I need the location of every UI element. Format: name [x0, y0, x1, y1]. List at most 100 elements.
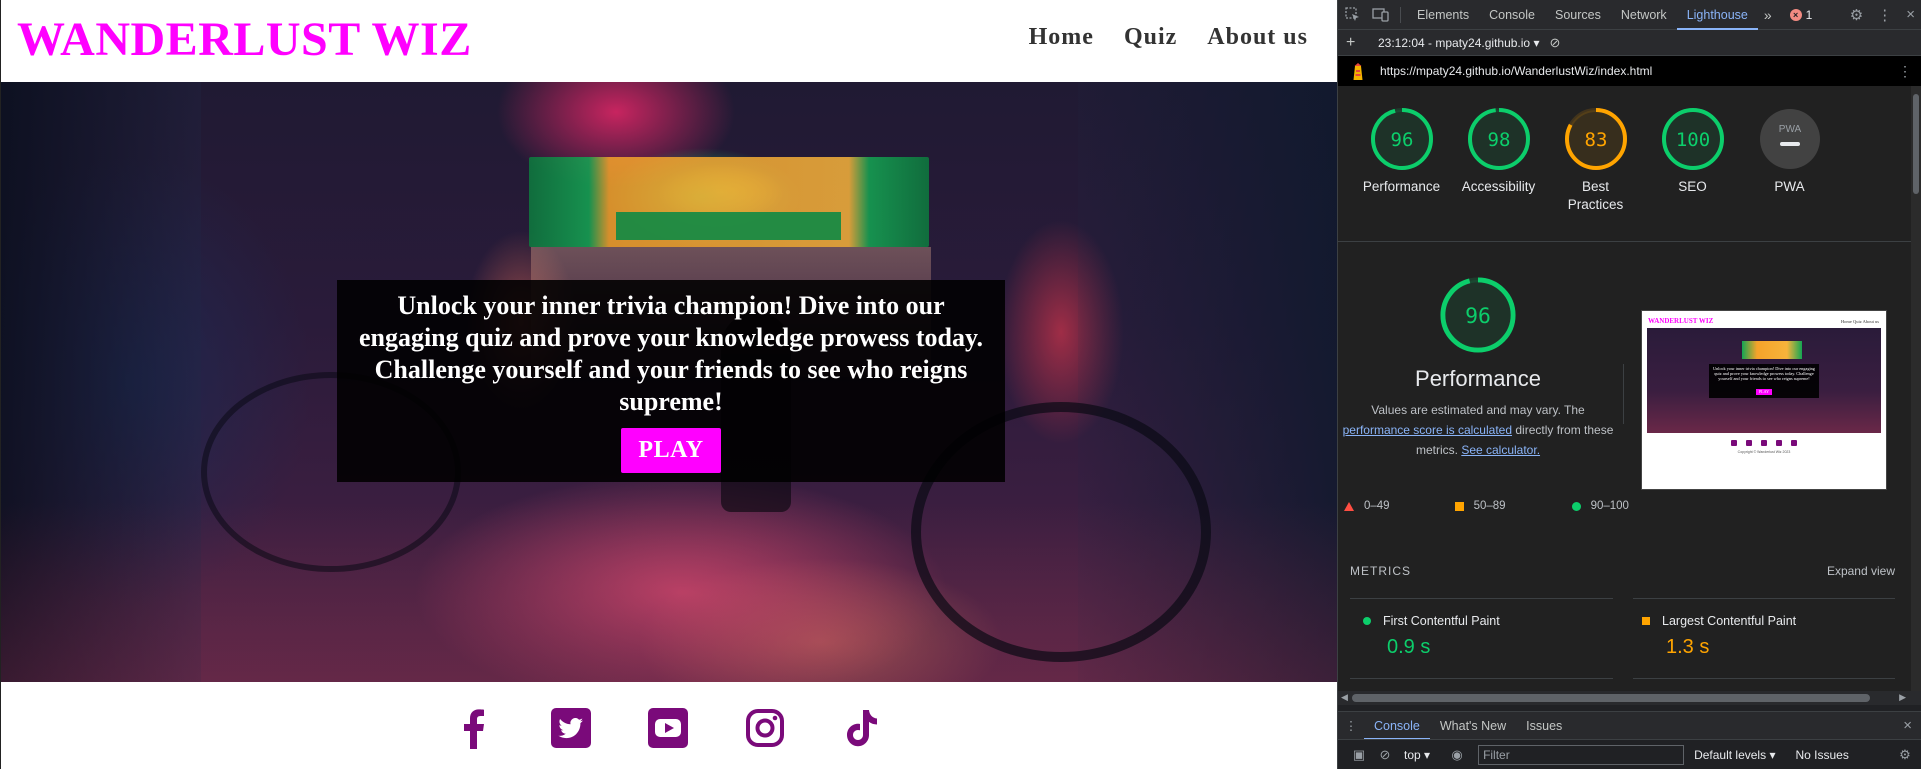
play-button[interactable]: PLAY — [621, 428, 721, 473]
metric-lcp-value: 1.3 s — [1666, 636, 1710, 658]
perf-score-link[interactable]: performance score is calculated — [1343, 423, 1512, 437]
average-square-icon — [1454, 501, 1464, 511]
report-menu-icon[interactable]: ⋮ — [1898, 63, 1912, 80]
drawer-tab-issues[interactable]: Issues — [1516, 712, 1572, 740]
tab-elements[interactable]: Elements — [1407, 0, 1479, 30]
gauge-ring: 100 — [1661, 108, 1724, 170]
clear-console-icon[interactable]: ⊘ — [1372, 747, 1398, 763]
expand-view-toggle[interactable]: Expand view — [1827, 564, 1895, 578]
score-gauge-best-practices[interactable]: 83 Best Practices — [1556, 106, 1635, 214]
website-viewport: WANDERLUST WIZ Home Quiz About us Unlock… — [0, 0, 1337, 769]
device-toolbar-icon[interactable] — [1366, 0, 1394, 30]
thumbnail-facebook-icon — [1731, 440, 1737, 446]
issues-status[interactable]: No Issues — [1795, 748, 1848, 762]
tab-console[interactable]: Console — [1479, 0, 1545, 30]
close-devtools-icon[interactable]: × — [1899, 6, 1921, 23]
more-options-icon[interactable]: ⋮ — [1870, 6, 1899, 24]
score-gauges: 96 Performance 98 Accessibility 83 Best Pract… — [1362, 106, 1829, 214]
site-brand-logo[interactable]: WANDERLUST WIZ — [17, 12, 472, 67]
dropdown-caret-icon: ▾ — [1769, 747, 1776, 762]
thumbnail-tiktok-icon — [1791, 440, 1797, 446]
instagram-icon[interactable] — [744, 707, 786, 749]
nav-link-quiz[interactable]: Quiz — [1124, 24, 1177, 51]
gauge-score-value: 83 — [1584, 129, 1607, 151]
scrollbar-thumb[interactable] — [1352, 694, 1870, 702]
thumbnail-intro-text: Unlock your inner trivia champion! Dive … — [1713, 366, 1815, 381]
page-screenshot-thumbnail[interactable]: WANDERLUST WIZ Home Quiz About us Unlock… — [1641, 310, 1887, 490]
console-toolbar: ▣ ⊘ top ▾ ◉ Default levels ▾ No Issues ⚙ — [1338, 739, 1921, 769]
drawer-menu-icon[interactable]: ⋮ — [1338, 718, 1364, 733]
report-selector[interactable]: 23:12:04 - mpaty24.github.io ▾ — [1378, 36, 1539, 50]
tab-sources[interactable]: Sources — [1545, 0, 1611, 30]
drawer-tab-console[interactable]: Console — [1364, 712, 1430, 740]
divider — [1338, 241, 1912, 242]
score-gauge-pwa[interactable]: PWA PWA — [1750, 106, 1829, 214]
metric-fcp-name: First Contentful Paint — [1383, 614, 1500, 628]
youtube-icon[interactable] — [647, 707, 689, 749]
performance-section: 96 Performance Values are estimated and … — [1338, 276, 1618, 460]
fail-triangle-icon — [1344, 501, 1354, 511]
thumbnail-social-icons — [1731, 440, 1797, 446]
legend-pass: 90–100 — [1571, 500, 1629, 512]
thumbnail-twitter-icon — [1746, 440, 1752, 446]
report-horizontal-scrollbar[interactable]: ◀ ▶ — [1338, 691, 1921, 705]
settings-gear-icon[interactable]: ⚙ — [1843, 6, 1870, 24]
nav-link-about[interactable]: About us — [1207, 24, 1308, 51]
site-header: WANDERLUST WIZ Home Quiz About us — [1, 0, 1337, 82]
scroll-right-arrow-icon[interactable]: ▶ — [1899, 692, 1906, 703]
sidebar-toggle-icon[interactable]: ▣ — [1346, 747, 1372, 763]
thumbnail-instagram-icon — [1776, 440, 1782, 446]
clear-reports-icon[interactable]: ⊘ — [1549, 35, 1560, 51]
gauge-ring: 96 — [1370, 108, 1433, 170]
metrics-title: METRICS — [1350, 564, 1411, 578]
toolbar-separator — [1400, 6, 1401, 23]
see-calculator-link[interactable]: See calculator. — [1461, 443, 1540, 457]
perf-desc-prefix: Values are estimated and may vary. The — [1371, 403, 1585, 417]
more-tabs-icon[interactable]: » — [1758, 7, 1778, 23]
error-counter[interactable]: × 1 — [1789, 8, 1812, 22]
gauge-ring: 83 — [1564, 108, 1627, 170]
gauge-score-value: 98 — [1487, 129, 1510, 151]
log-levels-dropdown[interactable]: Default levels ▾ — [1694, 748, 1775, 762]
tiktok-icon[interactable] — [841, 707, 883, 749]
score-gauge-seo[interactable]: 100 SEO — [1653, 106, 1732, 214]
score-gauge-accessibility[interactable]: 98 Accessibility — [1459, 106, 1538, 214]
tab-network[interactable]: Network — [1611, 0, 1677, 30]
twitter-icon[interactable] — [550, 707, 592, 749]
gauge-label: Accessibility — [1461, 179, 1536, 194]
thumbnail-nav: Home Quiz About us — [1840, 319, 1879, 324]
gauge-ring: PWA — [1759, 109, 1820, 169]
legend-pass-label: 90–100 — [1590, 500, 1629, 512]
pass-circle-icon — [1571, 501, 1581, 511]
scrollbar-thumb[interactable] — [1913, 94, 1919, 194]
facebook-icon[interactable] — [453, 707, 495, 749]
new-report-plus-icon[interactable]: + — [1346, 34, 1366, 52]
site-footer — [1, 682, 1337, 769]
context-selector[interactable]: top ▾ — [1404, 748, 1430, 762]
log-levels-label: Default levels — [1694, 747, 1767, 762]
gauge-label: Best Practices — [1567, 179, 1624, 212]
devtools-right-tools: ⚙ ⋮ × — [1843, 6, 1921, 24]
performance-description: Values are estimated and may vary. The p… — [1338, 400, 1618, 460]
dropdown-caret-icon: ▾ — [1424, 747, 1431, 762]
drawer-tab-whats-new[interactable]: What's New — [1430, 712, 1516, 740]
performance-title: Performance — [1415, 366, 1541, 391]
pwa-badge-circle — [1759, 109, 1820, 169]
hero-neon-sign-band — [616, 212, 841, 240]
social-links — [453, 707, 883, 749]
pass-circle-icon — [1363, 617, 1371, 625]
tab-lighthouse[interactable]: Lighthouse — [1676, 0, 1758, 30]
nav-link-home[interactable]: Home — [1029, 24, 1094, 51]
console-settings-gear-icon[interactable]: ⚙ — [1892, 747, 1918, 763]
console-filter-input[interactable] — [1478, 744, 1685, 765]
thumbnail-youtube-icon — [1761, 440, 1767, 446]
live-expression-eye-icon[interactable]: ◉ — [1444, 747, 1470, 763]
average-square-icon — [1642, 617, 1650, 625]
inspect-element-icon[interactable] — [1338, 0, 1366, 30]
score-gauge-performance[interactable]: 96 Performance — [1362, 106, 1441, 214]
scroll-left-arrow-icon[interactable]: ◀ — [1341, 692, 1348, 703]
thumbnail-play-button: PLAY — [1756, 389, 1772, 395]
report-vertical-scrollbar[interactable] — [1911, 86, 1921, 691]
lighthouse-report-bar: + 23:12:04 - mpaty24.github.io ▾ ⊘ — [1338, 30, 1921, 56]
close-drawer-icon[interactable]: × — [1893, 717, 1921, 734]
